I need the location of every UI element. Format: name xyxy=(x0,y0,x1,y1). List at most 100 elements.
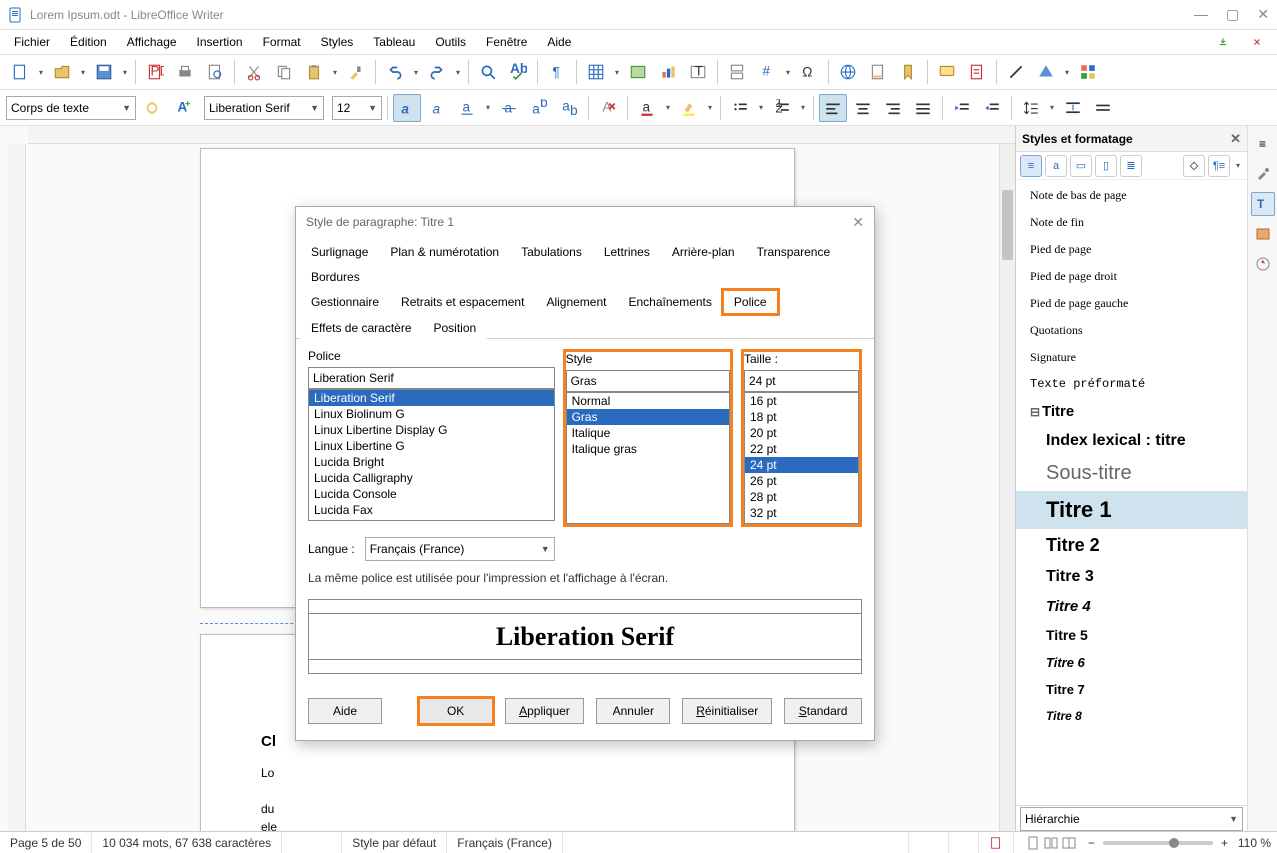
export-pdf-icon[interactable]: PDF xyxy=(141,58,169,86)
image-icon[interactable] xyxy=(624,58,652,86)
style-item[interactable]: Pied de page gauche xyxy=(1016,290,1247,317)
style-item[interactable]: Titre 4 xyxy=(1016,592,1247,621)
character-styles-icon[interactable]: a xyxy=(1045,155,1067,177)
paragraph-styles-icon[interactable]: ≡ xyxy=(1020,155,1042,177)
taille-field[interactable]: 24 pt xyxy=(744,370,859,392)
style-item[interactable]: Texte préformaté xyxy=(1016,371,1247,397)
vertical-ruler[interactable] xyxy=(8,144,26,831)
update-style-icon[interactable] xyxy=(138,94,166,122)
style-item[interactable]: Pied de page droit xyxy=(1016,263,1247,290)
view-book-icon[interactable] xyxy=(1060,834,1078,852)
font-size-combo[interactable]: ▼ xyxy=(332,96,382,120)
paste-icon[interactable] xyxy=(300,58,328,86)
langue-input[interactable] xyxy=(370,542,537,556)
dialog-tab-bordures[interactable]: Bordures xyxy=(300,265,371,288)
italic-icon[interactable]: a xyxy=(423,94,451,122)
chevron-down-icon[interactable]: ▼ xyxy=(537,544,550,554)
menu-file[interactable]: Fichier xyxy=(6,33,58,51)
list-item[interactable]: 24 pt xyxy=(745,457,858,473)
menu-format[interactable]: Format xyxy=(255,33,309,51)
dialog-tab-transparence[interactable]: Transparence xyxy=(746,240,842,263)
frame-styles-icon[interactable]: ▭ xyxy=(1070,155,1092,177)
nonprinting-icon[interactable]: ¶ xyxy=(543,58,571,86)
textbox-icon[interactable]: T xyxy=(684,58,712,86)
menu-table[interactable]: Tableau xyxy=(365,33,423,51)
list-styles-icon[interactable]: ≣ xyxy=(1120,155,1142,177)
style-item[interactable]: Titre 2 xyxy=(1016,529,1247,562)
status-signature-icon[interactable] xyxy=(979,832,1014,853)
save-icon[interactable] xyxy=(90,58,118,86)
list-item[interactable]: 22 pt xyxy=(745,441,858,457)
format-paintbrush-icon[interactable] xyxy=(342,58,370,86)
save-dropdown[interactable]: ▾ xyxy=(120,68,130,77)
dialog-tab-police[interactable]: Police xyxy=(723,290,778,314)
list-item[interactable]: Gras xyxy=(567,409,729,425)
new-doc-dropdown[interactable]: ▾ xyxy=(36,68,46,77)
close-doc-icon[interactable] xyxy=(1243,28,1271,56)
view-multi-icon[interactable] xyxy=(1042,834,1060,852)
style-item[interactable]: Titre 1 xyxy=(1016,491,1247,529)
list-item[interactable]: Italique xyxy=(567,425,729,441)
list-item[interactable]: Lucida Calligraphy xyxy=(309,470,554,486)
dialog-tab-alignement[interactable]: Alignement xyxy=(535,290,617,314)
bookmark-icon[interactable] xyxy=(894,58,922,86)
help-button[interactable]: Aide xyxy=(308,698,382,724)
highlight-color-icon[interactable] xyxy=(675,94,703,122)
status-lang[interactable]: Français (France) xyxy=(447,832,563,853)
clear-format-icon[interactable]: A xyxy=(594,94,622,122)
underline-icon[interactable]: a xyxy=(453,94,481,122)
style-item[interactable]: Titre 8 xyxy=(1016,703,1247,729)
undo-icon[interactable] xyxy=(381,58,409,86)
zoom-slider[interactable] xyxy=(1103,841,1213,845)
superscript-icon[interactable]: ab xyxy=(525,94,553,122)
cut-icon[interactable] xyxy=(240,58,268,86)
align-left-icon[interactable] xyxy=(819,94,847,122)
cancel-button[interactable]: Annuler xyxy=(596,698,670,724)
dialog-close-icon[interactable]: ✕ xyxy=(852,214,864,231)
new-doc-icon[interactable] xyxy=(6,58,34,86)
list-item[interactable]: Normal xyxy=(567,393,729,409)
apply-button[interactable]: Appliquer xyxy=(505,698,585,724)
redo-dropdown[interactable]: ▾ xyxy=(453,68,463,77)
spellcheck-icon[interactable]: Abc xyxy=(504,58,532,86)
chevron-down-icon[interactable]: ▼ xyxy=(118,103,131,113)
styles-filter-combo[interactable]: ▼ xyxy=(1020,807,1243,831)
style-item[interactable]: Note de bas de page xyxy=(1016,182,1247,209)
dialog-tab-tabulations[interactable]: Tabulations xyxy=(510,240,593,263)
dialog-tab-arri-re-plan[interactable]: Arrière-plan xyxy=(661,240,746,263)
style-item[interactable]: Titre 5 xyxy=(1016,621,1247,649)
field-icon[interactable]: # xyxy=(753,58,781,86)
menu-insert[interactable]: Insertion xyxy=(189,33,251,51)
dialog-tab-effets-de-caract-re[interactable]: Effets de caractère xyxy=(300,316,423,339)
dialog-tab-plan-num-rotation[interactable]: Plan & numérotation xyxy=(379,240,510,263)
open-dropdown[interactable]: ▾ xyxy=(78,68,88,77)
status-sel-mode[interactable] xyxy=(949,832,979,853)
chevron-down-icon[interactable]: ▼ xyxy=(364,103,377,113)
vertical-scrollbar[interactable] xyxy=(999,144,1015,831)
styles-tab-icon[interactable]: T xyxy=(1251,192,1275,216)
menu-window[interactable]: Fenêtre xyxy=(478,33,535,51)
chart-icon[interactable] xyxy=(654,58,682,86)
font-size-input[interactable] xyxy=(337,101,364,115)
close-button[interactable]: ✕ xyxy=(1257,6,1269,23)
close-panel-icon[interactable]: ✕ xyxy=(1230,131,1241,147)
styles-filter-input[interactable] xyxy=(1025,812,1225,826)
track-changes-icon[interactable] xyxy=(963,58,991,86)
decrease-indent-icon[interactable] xyxy=(978,94,1006,122)
list-item[interactable]: Italique gras xyxy=(567,441,729,457)
list-item[interactable]: Liberation Serif xyxy=(309,390,554,406)
open-icon[interactable] xyxy=(48,58,76,86)
style-item[interactable]: Titre 7 xyxy=(1016,676,1247,703)
page-styles-icon[interactable]: ▯ xyxy=(1095,155,1117,177)
zoom-in-icon[interactable]: + xyxy=(1221,836,1228,850)
list-item[interactable]: Linux Libertine Display G xyxy=(309,422,554,438)
body-text[interactable]: Lo du ele Pellentesque habitant morbi tr… xyxy=(261,764,734,832)
list-item[interactable]: 18 pt xyxy=(745,409,858,425)
minimize-button[interactable]: — xyxy=(1194,6,1208,23)
menu-tools[interactable]: Outils xyxy=(427,33,474,51)
list-item[interactable]: Lucida Console xyxy=(309,486,554,502)
status-style[interactable]: Style par défaut xyxy=(342,832,447,853)
chevron-down-icon[interactable]: ▼ xyxy=(306,103,319,113)
style-item[interactable]: Note de fin xyxy=(1016,209,1247,236)
reset-button[interactable]: Réinitialiser xyxy=(682,698,772,724)
